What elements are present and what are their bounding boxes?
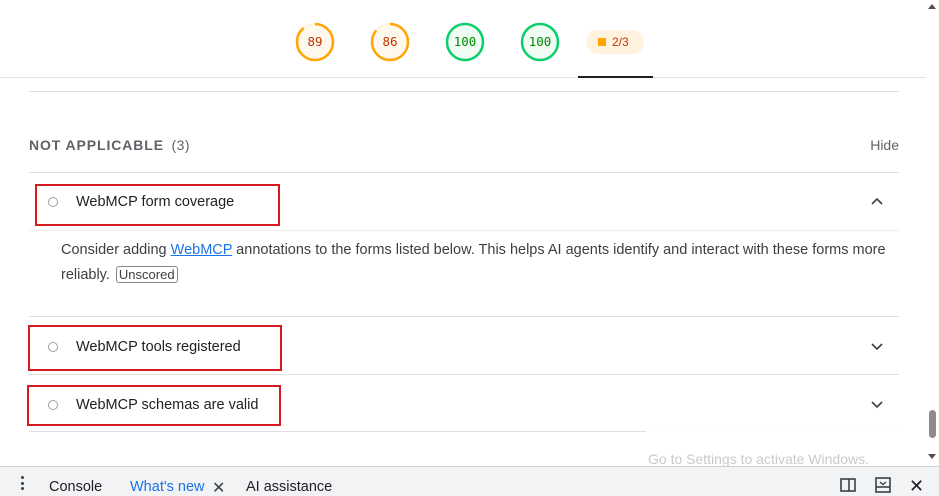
description-text: Consider adding xyxy=(61,242,171,258)
agent-readiness-badge[interactable]: 2/3 xyxy=(586,30,644,54)
score-value: 86 xyxy=(382,34,398,49)
close-tab-icon[interactable]: ✕ xyxy=(212,478,225,496)
score-bar: 89 86 100 100 2/3 xyxy=(0,0,939,78)
dock-bottom-icon[interactable] xyxy=(874,476,892,494)
active-category-underline xyxy=(578,76,653,78)
score-gauge-performance[interactable]: 89 xyxy=(295,22,335,62)
score-gauge-best-practices[interactable]: 100 xyxy=(445,22,485,62)
divider xyxy=(29,230,899,231)
highlight-box xyxy=(28,325,282,371)
group-count: (3) xyxy=(171,137,191,153)
score-value: 89 xyxy=(307,34,323,49)
scroll-down-arrow-icon[interactable] xyxy=(928,454,936,459)
chevron-down-icon[interactable] xyxy=(870,339,884,353)
highlight-box xyxy=(35,184,280,226)
vertical-scrollbar[interactable] xyxy=(926,0,939,466)
group-title: NOT APPLICABLE xyxy=(29,137,164,153)
score-value: 100 xyxy=(528,34,552,49)
group-header: NOT APPLICABLE (3) Hide xyxy=(29,137,899,153)
unscored-badge: Unscored xyxy=(115,266,178,283)
activate-windows-watermark: Go to Settings to activate Windows. xyxy=(648,451,869,467)
divider xyxy=(29,91,899,92)
score-value: 100 xyxy=(453,34,477,49)
chevron-down-icon[interactable] xyxy=(870,397,884,411)
close-drawer-icon[interactable]: ✕ xyxy=(909,476,924,496)
tab-ai-assistance[interactable]: AI assistance xyxy=(246,479,332,495)
more-tools-kebab-icon[interactable] xyxy=(18,476,26,492)
tab-console[interactable]: Console xyxy=(49,479,102,495)
score-gauge-seo[interactable]: 100 xyxy=(520,22,560,62)
webmcp-link[interactable]: WebMCP xyxy=(171,242,233,258)
scroll-up-arrow-icon[interactable] xyxy=(928,4,936,9)
drawer-tabbar: Console What's new ✕ AI assistance ✕ xyxy=(0,466,939,496)
audit-description: Consider adding WebMCP annotations to th… xyxy=(61,238,891,288)
badge-label: 2/3 xyxy=(612,35,629,49)
dock-side-icon[interactable] xyxy=(839,476,857,494)
chevron-up-icon[interactable] xyxy=(870,194,884,208)
tab-whats-new[interactable]: What's new xyxy=(130,479,205,495)
average-square-icon xyxy=(598,38,606,46)
highlight-box xyxy=(27,385,281,426)
hide-button[interactable]: Hide xyxy=(870,137,899,153)
scrollbar-thumb[interactable] xyxy=(929,410,936,438)
score-gauge-accessibility[interactable]: 86 xyxy=(370,22,410,62)
